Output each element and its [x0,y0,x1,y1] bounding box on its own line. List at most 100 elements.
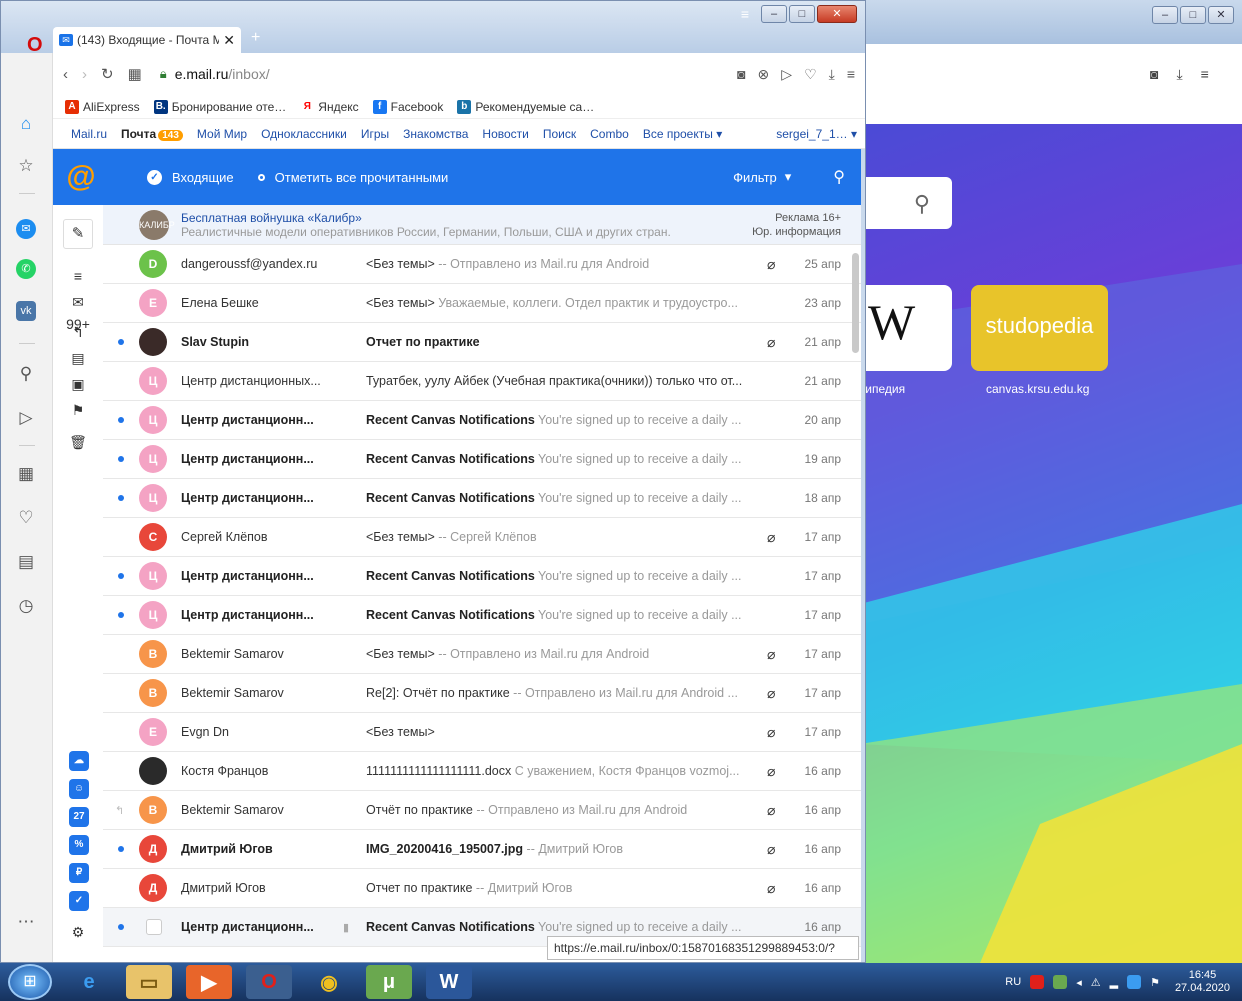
attachment-icon[interactable]: ⌀ [767,724,775,741]
share-icon[interactable]: ▷ [781,66,792,83]
email-row[interactable]: Ddangeroussf@yandex.ru <Без темы> -- Отпр… [103,245,861,284]
user-menu[interactable]: sergei_7_1… ▾ [776,127,857,141]
unread-dot[interactable] [118,456,124,462]
email-row[interactable]: Slav Stupin Отчет по практике ⌀ 21 апр [103,323,861,362]
bookmark-facebook[interactable]: f Facebook [372,99,443,114]
bookmark-yandex[interactable]: Я Яндекс [300,100,359,114]
explorer-icon[interactable]: ▭ [126,965,172,999]
bookmark-recommended[interactable]: b Рекомендуемые са… [457,99,594,114]
mark-all-read-button[interactable]: Отметить все прочитанными [257,170,448,185]
email-row[interactable]: Ц Центр дистанционных... Туратбек, уулу Ай… [103,362,861,401]
search-icon[interactable]: ⚲ [11,361,41,387]
new-tab-icon[interactable]: + [251,29,260,47]
unread-dot[interactable] [118,846,124,852]
utorrent-tray-icon[interactable] [1053,975,1068,989]
trash-icon[interactable]: 🗑︎ [66,431,90,453]
unread-dot[interactable] [118,495,124,501]
attachment-icon[interactable]: ⌀ [767,529,775,546]
download-icon[interactable]: ⤓ [1176,66,1182,83]
money-app-icon[interactable]: ₽ [69,863,89,883]
flag-icon[interactable]: ▮ [343,921,349,934]
email-row[interactable]: Костя Францов 1111111111111111111.docx С … [103,752,861,791]
unread-dot[interactable] [118,573,124,579]
select-checkbox[interactable] [146,919,162,935]
email-row[interactable]: ↰ B Bektemir Samarov Отчёт по практике -- О… [103,791,861,830]
tasks-app-icon[interactable]: ✓ [69,891,89,911]
attachment-icon[interactable]: ⌀ [767,685,775,702]
volume-icon[interactable]: ◂ [1076,976,1082,989]
star-icon[interactable]: ☆ [11,153,41,179]
calendar-app-icon[interactable]: 27 [69,807,89,827]
tray-app-icon[interactable] [1127,975,1142,989]
start-button[interactable]: ⊞ [8,964,52,1000]
note-icon[interactable]: ▤ [66,347,90,369]
attachment-icon[interactable]: ⌀ [767,334,775,351]
attachment-icon[interactable]: ⌀ [767,880,775,897]
compose-button[interactable]: ✎ [63,219,93,249]
home-icon[interactable]: ⌂ [11,111,41,137]
messenger-icon[interactable]: ✉ [16,219,36,239]
portal-link-news[interactable]: Новости [482,127,528,141]
tab-mail[interactable]: ✉ (143) Входящие - Почта М ✕ [53,27,241,53]
history-icon[interactable]: ◷ [11,593,41,619]
email-row[interactable]: Ц Центр дистанционн... Recent Canvas Notif… [103,440,861,479]
url-field[interactable]: 🔒︎ e.mail.ru/inbox/ [160,66,723,83]
grid-icon[interactable]: ▦ [11,461,41,487]
speed-dial-icon[interactable]: ▦ [128,65,142,83]
camera-icon[interactable]: ◙ [737,66,745,83]
opera-tray-icon[interactable] [1030,975,1045,989]
email-row[interactable]: Ц Центр дистанционн... Recent Canvas Notif… [103,401,861,440]
email-row[interactable]: Д Дмитрий Югов Отчет по практике -- Дмитри… [103,869,861,908]
flag-icon[interactable]: ⚑ [1150,976,1160,989]
email-row[interactable]: E Evgn Dn <Без темы> ⌀ 17 апр [103,713,861,752]
archive-icon[interactable]: ▣ [66,373,90,395]
email-row[interactable]: Ц Центр дистанционн... Recent Canvas Notif… [103,557,861,596]
ad-row[interactable]: КАЛИБР Бесплатная войнушка «Калибр» Реал… [103,205,861,245]
attachment-icon[interactable]: ⌀ [767,841,775,858]
mail-logo-icon[interactable]: @ [53,160,109,194]
portal-link-mailru[interactable]: Mail.ru [71,127,107,141]
maximize-button[interactable]: □ [789,5,815,23]
contacts-app-icon[interactable]: ☺ [69,779,89,799]
reply-icon[interactable]: ↰ [66,321,90,343]
spam-icon[interactable]: ⚑ [66,399,90,421]
folder-inbox[interactable]: ✓ Входящие [147,169,234,185]
attachment-icon[interactable]: ⌀ [767,802,775,819]
word-icon[interactable]: W [426,965,472,999]
close-tab-icon[interactable]: ✕ [223,32,235,49]
unread-dot[interactable] [118,924,124,930]
back-icon[interactable]: ‹ [63,66,68,83]
ad-legal-link[interactable]: Юр. информация [752,225,841,239]
portal-link-search[interactable]: Поиск [543,127,576,141]
portal-link-ok[interactable]: Одноклассники [261,127,347,141]
send-icon[interactable]: ▷ [11,405,41,431]
vk-icon[interactable]: vk [16,301,36,321]
portal-link-mymir[interactable]: Мой Мир [197,127,247,141]
bookmark-aliexpress[interactable]: A AliExpress [65,99,140,114]
ie-icon[interactable]: e [66,965,112,999]
cloud-app-icon[interactable]: ☁ [69,751,89,771]
portal-link-combo[interactable]: Combo [590,127,629,141]
portal-link-mail[interactable]: Почта 143 [121,127,183,141]
email-row[interactable]: Ц Центр дистанционн... Recent Canvas Notif… [103,479,861,518]
reload-icon[interactable]: ↻ [101,65,114,83]
speed-dial-wikipedia[interactable]: W [860,285,952,371]
camera-icon[interactable]: ◙ [1150,66,1158,83]
settings-icon[interactable]: ≡ [847,66,855,83]
warning-icon[interactable]: ⚠ [1091,976,1101,989]
speed-dial-studopedia[interactable]: studopedia [971,285,1108,371]
clock[interactable]: 16:45 27.04.2020 [1175,969,1230,995]
unread-dot[interactable] [118,612,124,618]
heart-icon[interactable]: ♡ [11,505,41,531]
scrollbar[interactable] [852,253,859,353]
heart-icon[interactable]: ♡ [804,66,817,83]
settings-icon[interactable]: ≡ [1201,66,1209,83]
filter-dropdown[interactable]: Фильтр ▾ [733,169,791,185]
attachment-icon[interactable]: ⌀ [767,256,775,273]
portal-link-dating[interactable]: Знакомства [403,127,468,141]
gear-icon[interactable]: ⚙ [66,921,90,943]
forward-icon[interactable]: › [82,66,87,83]
media-player-icon[interactable]: ▶ [186,965,232,999]
download-icon[interactable]: ⤓ [829,66,835,83]
email-row[interactable]: Ц Центр дистанционн... Recent Canvas Notif… [103,596,861,635]
